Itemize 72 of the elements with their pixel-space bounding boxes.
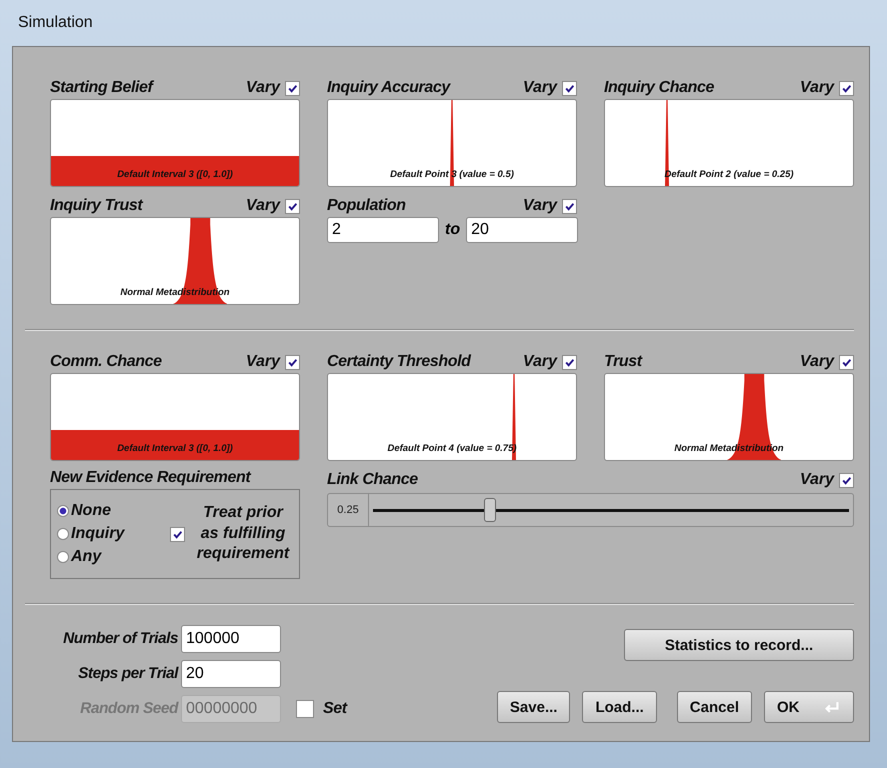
group-label: New Evidence Requirement (50, 469, 252, 487)
radio-button[interactable] (57, 528, 69, 540)
vary-label: Vary (522, 353, 557, 371)
input-field[interactable]: 2 (327, 217, 439, 243)
checkbox[interactable] (839, 472, 854, 488)
checkbox-label: Treat prior as fulfilling requirement (196, 502, 291, 564)
parameter-label: Population (327, 197, 407, 215)
checkbox[interactable] (296, 700, 314, 718)
dialog-button[interactable]: Save... (496, 691, 570, 723)
vary-label: Vary (246, 353, 280, 371)
parameter-label: Trust (604, 353, 644, 371)
distribution-plot[interactable]: Default Interval 3 ([0, 1.0]) (50, 373, 300, 461)
check-icon (841, 356, 852, 368)
parameter-label: Starting Belief (50, 79, 156, 97)
radio-label: None (71, 502, 111, 520)
distribution-plot[interactable]: Default Interval 3 ([0, 1.0]) (50, 99, 300, 187)
window-title: Simulation (18, 14, 93, 32)
parameter-label: Link Chance (327, 471, 419, 489)
checkbox[interactable] (562, 354, 577, 370)
radio-button[interactable] (57, 551, 69, 563)
vary-label: Vary (522, 79, 557, 97)
field-label: Steps per Trial (77, 665, 178, 683)
radio-label: Any (71, 548, 102, 566)
slider-value: 0.25 (328, 494, 369, 526)
radio-button[interactable] (57, 505, 69, 517)
checkbox[interactable] (285, 198, 300, 214)
check-icon (172, 528, 183, 540)
dialog-button[interactable]: Cancel (676, 691, 752, 723)
dialog-button[interactable]: Load... (582, 691, 657, 723)
checkbox[interactable] (839, 354, 854, 370)
vary-label: Vary (800, 79, 834, 97)
parameter-label: Certainty Threshold (327, 353, 472, 371)
checkbox-label: Set (323, 700, 347, 718)
input-field[interactable]: 20 (466, 217, 578, 243)
vary-label: Vary (522, 197, 557, 215)
parameter-label: Inquiry Chance (604, 79, 715, 97)
vary-label: Vary (800, 353, 834, 371)
vary-label: Vary (800, 471, 834, 489)
distribution-caption: Default Interval 3 ([0, 1.0]) (117, 169, 233, 180)
parameter-label: Inquiry Accuracy (327, 79, 452, 97)
checkbox[interactable] (285, 354, 300, 370)
parameter-label: Inquiry Trust (50, 197, 144, 215)
check-icon (287, 82, 298, 94)
checkbox[interactable] (562, 198, 577, 214)
radio-option[interactable]: Inquiry (57, 525, 162, 543)
to-label: to (445, 221, 460, 239)
field-label: Number of Trials (62, 630, 178, 648)
check-icon (564, 356, 575, 368)
check-icon (287, 200, 298, 212)
checkbox[interactable] (170, 526, 185, 542)
check-icon (841, 82, 852, 94)
parameter-label: Comm. Chance (50, 353, 163, 371)
return-icon (823, 700, 841, 714)
input-field[interactable]: 100000 (181, 625, 281, 653)
slider-thumb[interactable] (484, 498, 496, 522)
input-field[interactable]: 20 (181, 660, 281, 688)
ok-button[interactable]: OK (764, 691, 854, 723)
checkbox[interactable] (285, 80, 300, 96)
radio-option[interactable]: None (57, 502, 162, 520)
statistics-button[interactable]: Statistics to record... (624, 629, 854, 661)
vary-label: Vary (246, 79, 280, 97)
check-icon (564, 82, 575, 94)
checkbox[interactable] (839, 80, 854, 96)
check-icon (287, 356, 298, 368)
field-label: Random Seed (79, 700, 178, 718)
check-icon (564, 200, 575, 212)
radio-option[interactable]: Any (57, 548, 162, 566)
check-icon (841, 474, 852, 486)
vary-label: Vary (246, 197, 280, 215)
distribution-caption: Default Interval 3 ([0, 1.0]) (117, 443, 233, 454)
radio-label: Inquiry (71, 525, 124, 543)
checkbox[interactable] (562, 80, 577, 96)
